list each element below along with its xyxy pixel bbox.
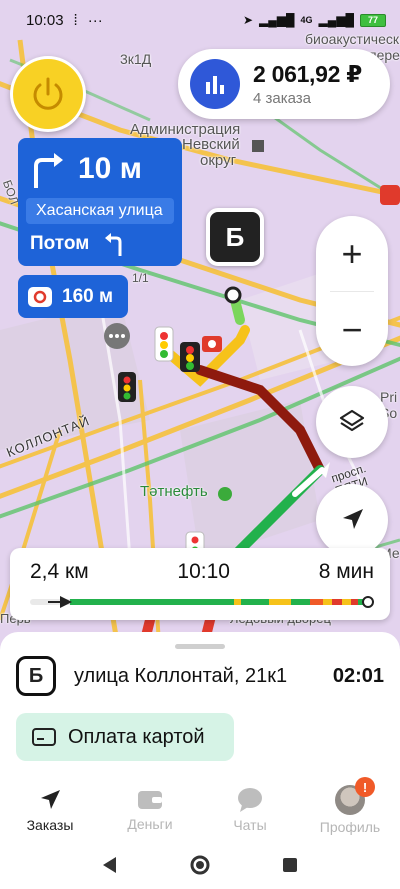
payment-method-chip[interactable]: Оплата картой xyxy=(16,713,234,761)
progress-arrow-icon xyxy=(48,596,72,608)
system-navigation-bar xyxy=(0,841,400,889)
traffic-segment xyxy=(332,599,342,605)
camera-icon xyxy=(28,286,52,307)
route-distance: 2,4 км xyxy=(30,560,89,583)
arrival-time: 10:10 xyxy=(177,560,230,583)
speed-camera-card[interactable]: 160 м xyxy=(18,275,128,318)
navigation-arrow-icon xyxy=(41,790,60,809)
power-icon xyxy=(33,77,63,110)
turn-left-icon xyxy=(105,233,122,256)
tab-label: Чаты xyxy=(233,817,267,833)
home-icon[interactable] xyxy=(189,854,211,876)
traffic-segment xyxy=(269,599,292,605)
route-progress xyxy=(30,596,374,608)
online-toggle-button[interactable] xyxy=(10,56,86,132)
tab-money[interactable]: Деньги xyxy=(100,780,200,840)
traffic-bar xyxy=(70,599,364,605)
tab-label: Заказы xyxy=(26,817,74,833)
map-label-lot: 1/1 xyxy=(132,271,149,285)
map-label-tatneft: Тәтнефть xyxy=(140,483,208,500)
avatar: ! xyxy=(335,777,375,815)
destination-eta: 02:01 xyxy=(332,664,384,687)
more-icon: ··· xyxy=(87,11,103,29)
map-label-admin-3: округ xyxy=(200,152,237,169)
traffic-segment xyxy=(240,599,270,605)
traffic-segment xyxy=(291,599,311,605)
destination-address: улица Коллонтай, 21к1 xyxy=(74,664,288,687)
card-icon xyxy=(32,728,56,746)
status-bar: 10:03 ⁞ ··· ➤ ▂▄▆█ 4G ▂▄▆█ 77 xyxy=(0,0,400,40)
maneuver-distance: 10 м xyxy=(78,152,142,185)
location-icon: ➤ xyxy=(242,13,254,27)
bar-chart-icon xyxy=(190,59,240,109)
layers-icon xyxy=(339,409,365,432)
traffic-segment xyxy=(310,599,323,605)
back-icon[interactable] xyxy=(101,856,119,874)
tab-label: Профиль xyxy=(319,819,381,835)
traffic-segment xyxy=(70,599,235,605)
navigation-arrow-icon xyxy=(343,509,363,529)
my-location-button[interactable] xyxy=(316,484,388,556)
chat-bubble-icon xyxy=(238,788,262,812)
earnings-amount: 2 061,92 ₽ xyxy=(253,61,362,87)
status-time: 10:03 xyxy=(26,11,64,29)
zoom-in-button[interactable]: + xyxy=(316,216,388,291)
route-end-icon xyxy=(362,596,374,608)
tab-orders[interactable]: Заказы xyxy=(0,780,100,840)
turn-right-icon xyxy=(34,153,63,188)
destination-row[interactable]: Б улица Коллонтай, 21к1 02:01 xyxy=(16,654,384,698)
notification-badge: ! xyxy=(355,777,375,797)
tab-label: Деньги xyxy=(127,816,173,832)
destination-marker[interactable]: Б xyxy=(206,208,264,266)
battery-icon: 77 xyxy=(360,13,386,27)
then-label: Потом xyxy=(30,233,90,254)
maneuver-card[interactable]: 10 м Хасанская улица Потом xyxy=(18,138,182,266)
network-type: 4G xyxy=(300,15,313,25)
tab-bar: Заказы Деньги Чаты ! Профиль xyxy=(0,777,400,840)
sheet-handle[interactable] xyxy=(175,644,225,649)
earnings-widget[interactable]: 2 061,92 ₽ 4 заказа xyxy=(178,49,390,119)
traffic-segment xyxy=(322,599,333,605)
traffic-light-icon xyxy=(154,326,174,362)
tab-profile[interactable]: ! Профиль xyxy=(300,777,400,840)
notification-icon: ⁞ xyxy=(73,11,78,29)
map-label-admin-2: Невский xyxy=(182,136,240,153)
signal-icon: ▂▄▆█ xyxy=(259,13,295,27)
route-summary-card[interactable]: 2,4 км 10:10 8 мин xyxy=(10,548,390,620)
recents-icon[interactable] xyxy=(281,856,299,874)
tab-chats[interactable]: Чаты xyxy=(200,780,300,840)
maneuver-street: Хасанская улица xyxy=(26,198,174,224)
map-label-building: 3к1Д xyxy=(120,51,152,67)
traffic-segment xyxy=(341,599,352,605)
orders-count: 4 заказа xyxy=(253,90,312,107)
payment-label: Оплата картой xyxy=(68,725,205,748)
point-b-badge: Б xyxy=(16,656,56,696)
wallet-icon xyxy=(138,791,162,809)
signal-icon-2: ▂▄▆█ xyxy=(318,13,354,27)
route-duration: 8 мин xyxy=(318,560,374,583)
order-sheet: Б улица Коллонтай, 21к1 02:01 Оплата кар… xyxy=(0,632,400,889)
map-layers-button[interactable] xyxy=(316,386,388,458)
zoom-out-button[interactable]: − xyxy=(316,292,388,367)
camera-distance: 160 м xyxy=(62,285,114,307)
zoom-control: + − xyxy=(316,216,388,366)
